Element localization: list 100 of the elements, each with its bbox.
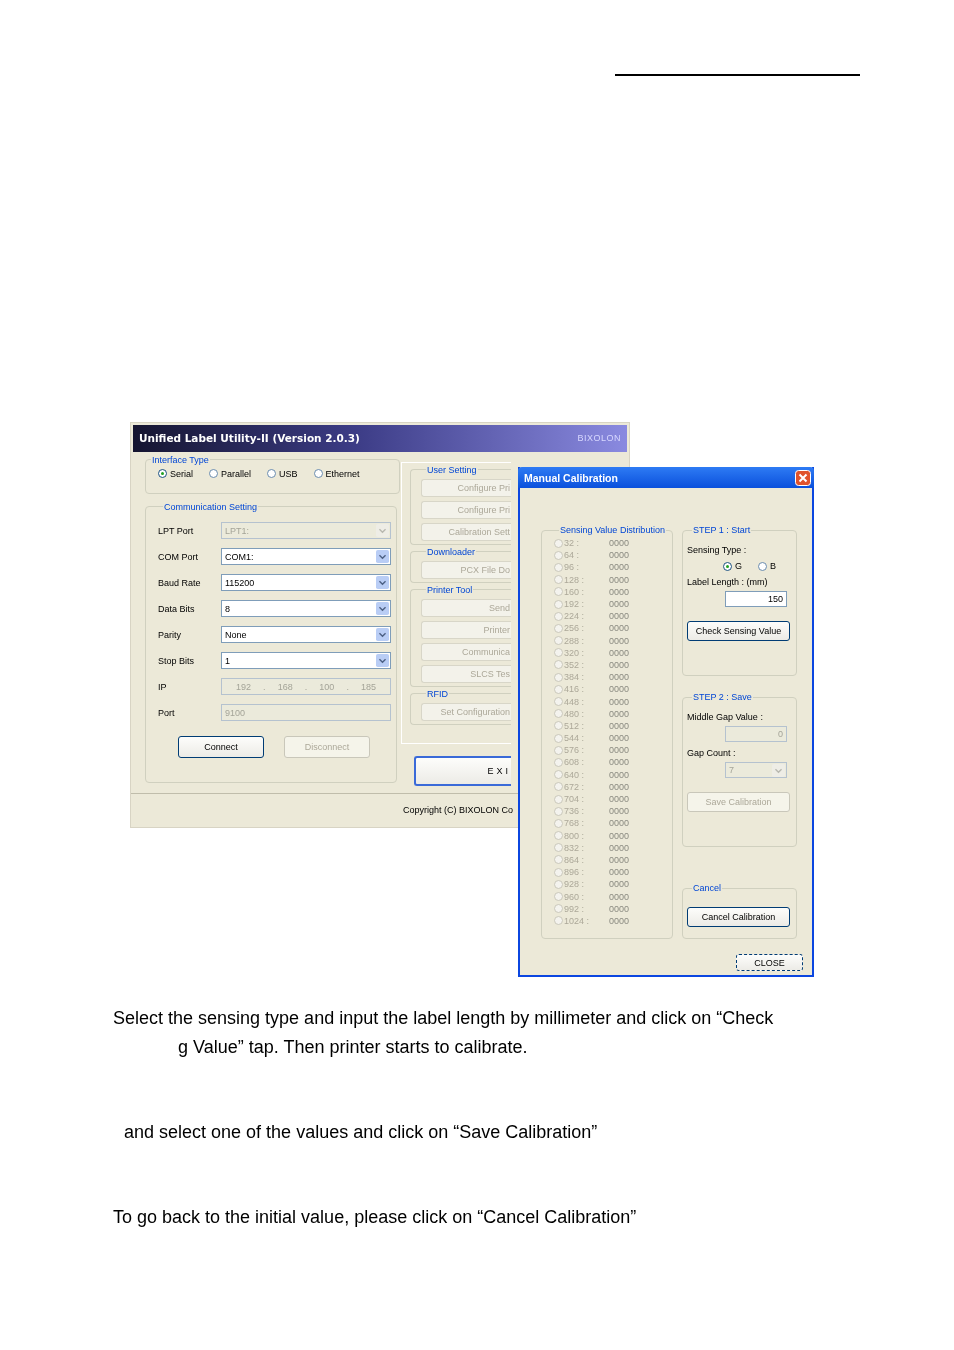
- group-title: Cancel: [692, 883, 722, 893]
- sensing-value: 0000: [609, 562, 630, 573]
- exit-button[interactable]: EXI: [414, 755, 511, 786]
- group-title: Communication Setting: [163, 501, 259, 512]
- radio-icon[interactable]: [758, 561, 767, 571]
- push-button[interactable]: Cancel Calibration: [687, 907, 790, 927]
- radio-option[interactable]: 96 :: [554, 562, 609, 573]
- dropdown-field[interactable]: 8: [221, 600, 391, 618]
- push-button[interactable]: Calibration Sett: [421, 522, 511, 541]
- sensing-value: 0000: [609, 867, 630, 878]
- radio-icon[interactable]: [723, 561, 732, 571]
- copyright-text: Copyright (C) BIXOLON Co: [403, 805, 514, 816]
- radio-option[interactable]: 832 :: [554, 842, 609, 853]
- push-button[interactable]: Configure Pri: [421, 500, 511, 519]
- radio-option[interactable]: 448 :: [554, 696, 609, 707]
- dropdown-field[interactable]: 1: [221, 652, 391, 670]
- radio-option[interactable]: 544 :: [554, 733, 609, 744]
- group-title: STEP 2 : Save: [692, 692, 753, 702]
- field-label: Middle Gap Value :: [687, 712, 764, 722]
- radio-option[interactable]: 288 :: [554, 635, 609, 646]
- radio-option[interactable]: 864 :: [554, 854, 609, 865]
- radio-option[interactable]: 384 :: [554, 672, 609, 683]
- body-text: and select one of the values and click on “Save Calibration”: [123, 1121, 599, 1144]
- sensing-value: 0000: [609, 781, 630, 792]
- radio-option[interactable]: 640 :: [554, 769, 609, 780]
- sensing-value: 0000: [609, 915, 630, 926]
- chevron-icon[interactable]: [376, 576, 389, 590]
- sensing-value: 0000: [609, 879, 630, 890]
- radio-option[interactable]: 576 :: [554, 745, 609, 756]
- push-button[interactable]: Check Sensing Value: [687, 621, 790, 641]
- radio-option[interactable]: 352 :: [554, 659, 609, 670]
- sensing-value: 0000: [609, 586, 630, 597]
- chevron-icon[interactable]: [376, 628, 389, 642]
- radio-option[interactable]: 160 :: [554, 586, 609, 597]
- sensing-value: 0000: [609, 806, 630, 817]
- sensing-value: 0000: [609, 830, 630, 841]
- push-button[interactable]: SLCS Tes: [421, 664, 511, 683]
- radio-option[interactable]: 992 :: [554, 903, 609, 914]
- radio-option[interactable]: G: [723, 561, 742, 571]
- push-button[interactable]: Printer: [421, 620, 511, 639]
- sensing-value: 0000: [609, 745, 630, 756]
- radio-option[interactable]: B: [758, 561, 777, 571]
- dropdown-field[interactable]: None: [221, 626, 391, 644]
- field-label: IP: [158, 681, 168, 692]
- radio-option[interactable]: Ethernet: [313, 468, 360, 479]
- chevron-icon[interactable]: [376, 550, 389, 564]
- radio-option[interactable]: 64 :: [554, 550, 609, 561]
- sensing-value: 0000: [609, 891, 630, 902]
- radio-option[interactable]: 512 :: [554, 720, 609, 731]
- radio-option[interactable]: Serial: [158, 468, 193, 479]
- radio-option[interactable]: 672 :: [554, 781, 609, 792]
- radio-icon[interactable]: [209, 469, 218, 479]
- close-icon[interactable]: [795, 469, 811, 486]
- radio-option[interactable]: 896 :: [554, 867, 609, 878]
- body-text: To go back to the initial value, please click on “Cancel Calibration”: [113, 1206, 638, 1229]
- radio-option[interactable]: 960 :: [554, 891, 609, 902]
- sensing-value: 0000: [609, 757, 630, 768]
- radio-option[interactable]: 480 :: [554, 708, 609, 719]
- radio-option[interactable]: 192 :: [554, 599, 609, 610]
- chevron-icon[interactable]: [376, 602, 389, 616]
- radio-option[interactable]: USB: [267, 468, 298, 479]
- radio-option[interactable]: 928 :: [554, 879, 609, 890]
- radio-option[interactable]: 416 :: [554, 684, 609, 695]
- sensing-value: 0000: [609, 659, 630, 670]
- field-label: Parity: [158, 629, 182, 640]
- push-button[interactable]: Set Configuration: [421, 702, 511, 721]
- sensing-value: 0000: [609, 611, 630, 622]
- chevron-icon[interactable]: [376, 654, 389, 668]
- radio-option[interactable]: 128 :: [554, 574, 609, 585]
- sensing-value: 0000: [609, 550, 630, 561]
- sensing-value: 0000: [609, 733, 630, 744]
- push-button[interactable]: Send: [421, 598, 511, 617]
- radio-option[interactable]: 256 :: [554, 623, 609, 634]
- brand-label: BIXOLON: [577, 433, 621, 444]
- sensing-value: 0000: [609, 720, 630, 731]
- close-button[interactable]: CLOSE: [736, 954, 803, 971]
- body-text: Select the sensing type and input the label length by millimeter and click on “Check: [113, 1007, 775, 1030]
- sensing-value: 0000: [609, 684, 630, 695]
- sensing-value: 0000: [609, 854, 630, 865]
- radio-option[interactable]: 704 :: [554, 794, 609, 805]
- radio-icon[interactable]: [267, 469, 277, 479]
- radio-option[interactable]: 224 :: [554, 611, 609, 622]
- radio-option[interactable]: Parallel: [209, 468, 252, 479]
- radio-option[interactable]: 1024 :: [554, 915, 609, 926]
- radio-option[interactable]: 320 :: [554, 647, 609, 658]
- push-button[interactable]: Communica: [421, 642, 511, 661]
- radio-icon[interactable]: [313, 469, 323, 479]
- push-button[interactable]: Configure Pri: [421, 478, 511, 497]
- dropdown-field[interactable]: 115200: [221, 574, 391, 592]
- radio-icon[interactable]: [158, 469, 167, 479]
- push-button[interactable]: PCX File Do: [421, 560, 511, 579]
- input-field[interactable]: 150: [725, 591, 787, 607]
- group-title: Interface Type: [151, 454, 210, 465]
- sensing-value: 0000: [609, 672, 630, 683]
- dropdown-field[interactable]: COM1:: [221, 548, 391, 566]
- radio-option[interactable]: 32 :: [554, 538, 609, 549]
- field-label: COM Port: [158, 551, 199, 562]
- field-label: Stop Bits: [158, 655, 196, 666]
- group-title: Sensing Value Distribution: [559, 525, 666, 535]
- push-button[interactable]: Connect: [178, 735, 264, 758]
